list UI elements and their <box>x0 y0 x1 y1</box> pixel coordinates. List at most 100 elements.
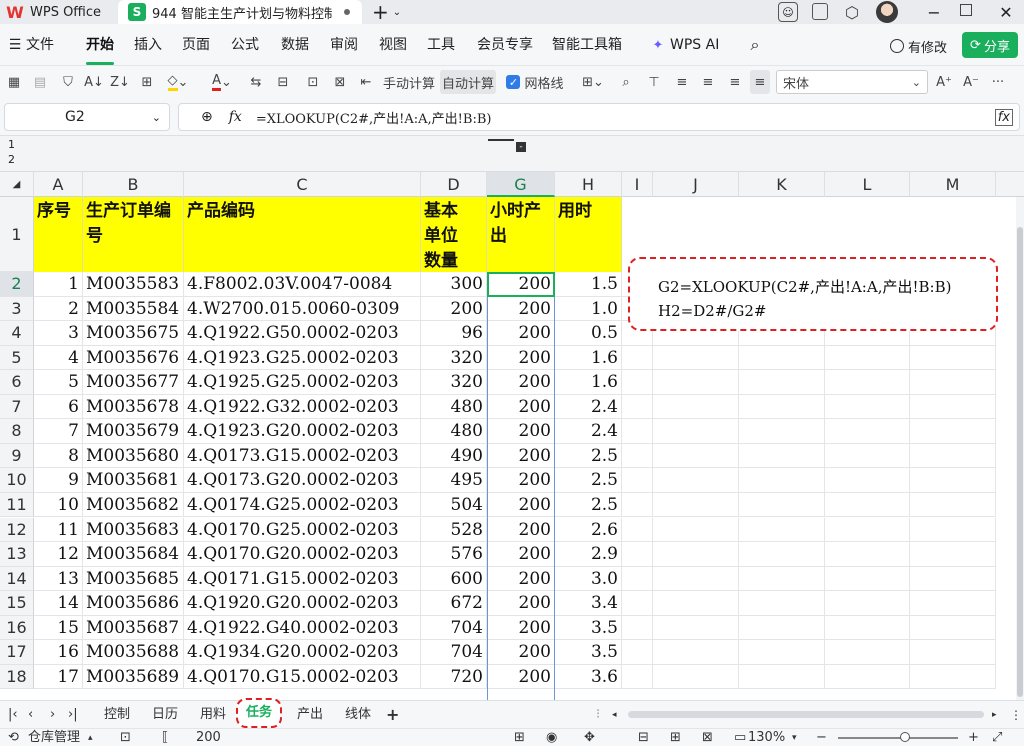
cell-hours[interactable]: 2.5 <box>555 468 622 493</box>
row-header[interactable]: 5 <box>0 345 34 371</box>
cell-order[interactable]: M0035583 <box>83 272 184 297</box>
empty-cell[interactable] <box>825 664 910 690</box>
cell-product[interactable]: 4.Q0170.G20.0002-0203 <box>184 542 421 567</box>
zoom-out-icon[interactable]: − <box>816 729 827 747</box>
cell-hours[interactable]: 2.5 <box>555 492 622 518</box>
outline-level-1[interactable]: 1 <box>8 138 15 151</box>
empty-cell[interactable] <box>653 394 739 420</box>
menu-view[interactable]: 视图 <box>379 24 407 66</box>
cell-product[interactable]: 4.Q1923.G20.0002-0203 <box>184 419 421 444</box>
cell-product[interactable]: 4.Q1922.G40.0002-0203 <box>184 615 421 641</box>
column-header-i[interactable]: I <box>622 172 653 197</box>
sort-ascending-icon[interactable]: A↓ <box>84 70 104 94</box>
cell-order[interactable]: M0035681 <box>83 468 184 493</box>
empty-cell[interactable] <box>825 640 910 665</box>
last-sheet-icon[interactable]: ›| <box>68 701 78 729</box>
cell-product[interactable]: 4.W2700.015.0060-0309 <box>184 296 421 322</box>
name-box[interactable]: G2 ⌄ <box>4 103 170 131</box>
empty-cell[interactable] <box>910 345 996 371</box>
row-header[interactable]: 17 <box>0 640 34 665</box>
empty-cell[interactable] <box>739 517 825 543</box>
app-home-tab[interactable]: W WPS Office <box>6 0 110 24</box>
empty-cell[interactable] <box>739 640 825 665</box>
header-cell-product[interactable]: 产品编码 <box>184 197 421 272</box>
column-header-k[interactable]: K <box>739 172 825 197</box>
cell-seq[interactable]: 10 <box>34 492 83 518</box>
empty-cell[interactable] <box>622 566 653 592</box>
cell-product[interactable]: 4.Q1923.G25.0002-0203 <box>184 345 421 371</box>
empty-cell[interactable] <box>739 664 825 690</box>
decrease-font-icon[interactable]: A⁻ <box>961 70 981 94</box>
column-header-j[interactable]: J <box>653 172 739 197</box>
chevron-up-icon[interactable]: ▴ <box>88 729 93 747</box>
row-header[interactable]: 7 <box>0 394 34 420</box>
cell-qty[interactable]: 320 <box>421 345 487 371</box>
row-header[interactable]: 3 <box>0 296 34 322</box>
sheet-tab-calendar[interactable]: 日历 <box>152 701 178 729</box>
horizontal-scrollbar[interactable] <box>628 711 984 718</box>
empty-cell[interactable] <box>622 615 653 641</box>
tab-splitter[interactable]: ⁝ <box>596 701 600 729</box>
freeze-icon[interactable]: ⇤ <box>356 70 376 94</box>
cell-qty[interactable]: 495 <box>421 468 487 493</box>
cell-product[interactable]: 4.Q1920.G20.0002-0203 <box>184 591 421 616</box>
cell-order[interactable]: M0035683 <box>83 517 184 543</box>
empty-cell[interactable] <box>825 468 910 493</box>
empty-cell[interactable] <box>910 566 996 592</box>
align-justify-icon[interactable]: ≡ <box>750 70 770 94</box>
cell-seq[interactable]: 9 <box>34 468 83 493</box>
cell-qty[interactable]: 200 <box>421 296 487 322</box>
column-header-h[interactable]: H <box>555 172 622 197</box>
menu-wps-ai[interactable]: WPS AI <box>670 24 719 66</box>
cell-hours[interactable]: 2.5 <box>555 443 622 469</box>
row-header[interactable]: 6 <box>0 370 34 395</box>
expand-formula-icon[interactable]: fx <box>994 108 1013 126</box>
row-header[interactable]: 16 <box>0 615 34 641</box>
empty-cell[interactable] <box>653 443 739 469</box>
eye-icon[interactable]: ◉ <box>546 729 557 747</box>
cell-seq[interactable]: 6 <box>34 394 83 420</box>
cell-order[interactable]: M0035679 <box>83 419 184 444</box>
menu-member[interactable]: 会员专享 <box>477 24 533 66</box>
cell-hours[interactable]: 2.6 <box>555 517 622 543</box>
cell-product[interactable]: 4.F8002.03V.0047-0084 <box>184 272 421 297</box>
empty-cell[interactable] <box>622 419 653 444</box>
empty-cell[interactable] <box>622 591 653 616</box>
row-header[interactable]: 14 <box>0 566 34 592</box>
formula-input[interactable]: ⊕ fx =XLOOKUP(C2#,产出!A:A,产出!B:B) fx <box>178 103 1020 131</box>
empty-cell[interactable] <box>825 394 910 420</box>
cell-hours[interactable]: 3.0 <box>555 566 622 592</box>
cell-order[interactable]: M0035677 <box>83 370 184 395</box>
cell-seq[interactable]: 16 <box>34 640 83 665</box>
empty-cell[interactable] <box>622 517 653 543</box>
empty-cell[interactable] <box>910 542 996 567</box>
empty-cell[interactable] <box>653 664 739 690</box>
align-center-icon[interactable]: ≡ <box>698 70 718 94</box>
skin-icon[interactable]: ☺ <box>778 2 798 22</box>
empty-cell[interactable] <box>739 492 825 518</box>
empty-cell[interactable] <box>622 492 653 518</box>
column-header-m[interactable]: M <box>910 172 996 197</box>
empty-cell[interactable] <box>825 345 910 371</box>
empty-cell[interactable] <box>653 345 739 371</box>
maximize-icon[interactable] <box>960 4 972 16</box>
crosshair-icon[interactable]: ✥ <box>584 729 595 747</box>
cell-hours[interactable]: 3.5 <box>555 640 622 665</box>
insert-row-icon[interactable]: ⊟ <box>273 70 293 94</box>
cell-seq[interactable]: 2 <box>34 296 83 322</box>
cell-order[interactable]: M0035689 <box>83 664 184 690</box>
cell-seq[interactable]: 1 <box>34 272 83 297</box>
empty-cell[interactable] <box>910 468 996 493</box>
empty-cell[interactable] <box>825 615 910 641</box>
menu-page[interactable]: 页面 <box>182 24 210 66</box>
row-header[interactable]: 15 <box>0 591 34 616</box>
cell-product[interactable]: 4.Q1922.G50.0002-0203 <box>184 321 421 346</box>
empty-cell[interactable] <box>739 345 825 371</box>
row-header[interactable]: 12 <box>0 517 34 543</box>
cell-seq[interactable]: 17 <box>34 664 83 690</box>
column-header-l[interactable]: L <box>825 172 910 197</box>
modified-status-button[interactable]: 有修改 <box>890 36 947 56</box>
find-icon[interactable]: ⌕ <box>616 70 636 94</box>
zoom-slider-thumb[interactable] <box>900 732 910 742</box>
auto-calc-button[interactable]: 自动计算 <box>440 70 496 94</box>
